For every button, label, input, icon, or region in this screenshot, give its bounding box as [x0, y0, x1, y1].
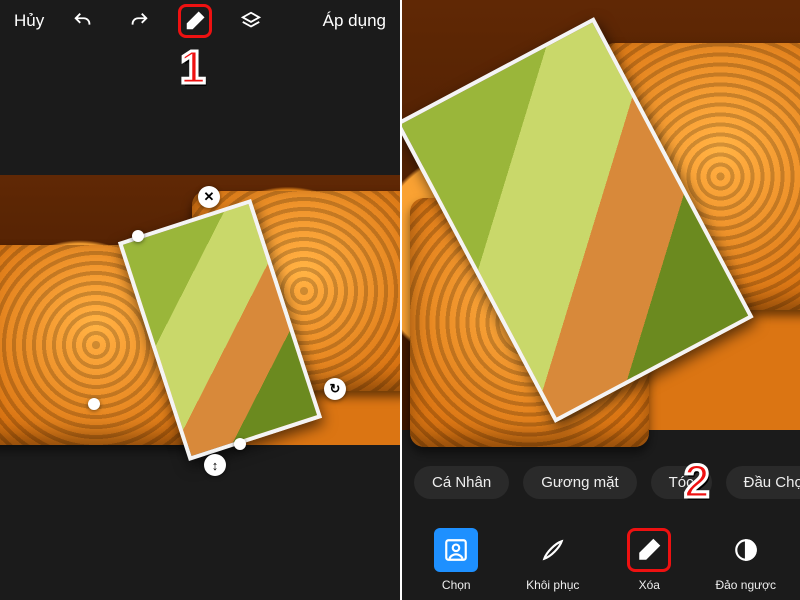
undo-icon[interactable]	[66, 4, 100, 38]
tool-label: Xóa	[639, 578, 660, 592]
chip-face[interactable]: Gương mặt	[523, 466, 636, 499]
cancel-button[interactable]: Hủy	[14, 11, 44, 31]
handle-rotate-icon[interactable]: ↻	[324, 378, 346, 400]
eraser-icon	[627, 528, 671, 572]
editor-canvas[interactable]	[0, 175, 400, 445]
chip-hair[interactable]: Tóc	[651, 466, 712, 499]
layers-icon[interactable]	[234, 4, 268, 38]
tool-erase[interactable]: Xóa	[612, 528, 686, 592]
filter-chip-row: Cá Nhân Gương mặt Tóc Đầu Chọn	[402, 466, 800, 499]
resize-handle[interactable]	[234, 438, 246, 450]
person-select-icon	[434, 528, 478, 572]
tool-label: Khôi phục	[526, 578, 579, 592]
top-toolbar: Hủy Áp dụng	[0, 0, 400, 42]
resize-handle[interactable]	[88, 398, 100, 410]
resize-handle[interactable]	[132, 230, 144, 242]
handle-delete-icon[interactable]: ✕	[198, 186, 220, 208]
tool-label: Chọn	[442, 578, 471, 592]
editor-canvas[interactable]	[402, 0, 800, 430]
eraser-icon[interactable]	[178, 4, 212, 38]
chip-personal[interactable]: Cá Nhân	[414, 466, 509, 499]
brush-icon	[531, 528, 575, 572]
invert-icon	[724, 528, 768, 572]
handle-flip-icon[interactable]: ↕	[204, 454, 226, 476]
apply-button[interactable]: Áp dụng	[323, 11, 386, 31]
bottom-toolbar: Chọn Khôi phục Xóa Đảo ngược	[402, 528, 800, 592]
tool-select[interactable]: Chọn	[419, 528, 493, 592]
screen-step-1: Hủy Áp dụng ✕ ↻ ↕	[0, 0, 400, 600]
screen-step-2: Cá Nhân Gương mặt Tóc Đầu Chọn Chọn Khôi…	[400, 0, 800, 600]
tool-invert[interactable]: Đảo ngược	[709, 528, 783, 592]
chip-selection[interactable]: Đầu Chọn	[726, 466, 800, 499]
redo-icon[interactable]	[122, 4, 156, 38]
tool-restore[interactable]: Khôi phục	[516, 528, 590, 592]
tool-label: Đảo ngược	[715, 578, 776, 592]
